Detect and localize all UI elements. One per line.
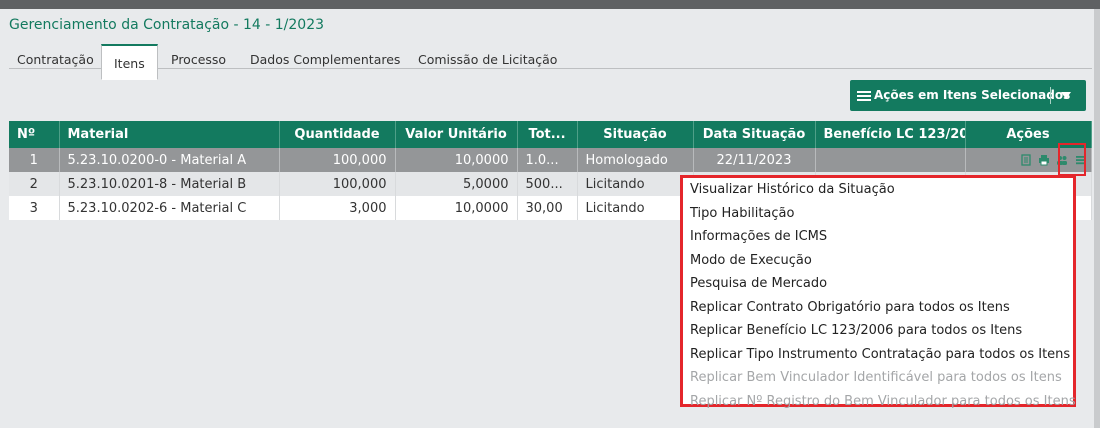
col-header-numero[interactable]: Nº	[9, 121, 60, 148]
menu-item-replicar-bem-vinculador: Replicar Bem Vinculador Identificável pa…	[690, 370, 1062, 385]
actions-button-label: Ações em Itens Selecionados	[874, 88, 1071, 102]
cell-situacao: Licitando	[577, 196, 694, 220]
col-header-beneficio[interactable]: Benefício LC 123/2006	[815, 121, 966, 148]
cell-numero: 3	[9, 196, 60, 220]
cell-material: 5.23.10.0200-0 - Material A	[59, 148, 280, 172]
table-row[interactable]: 1 5.23.10.0200-0 - Material A 100,000 10…	[9, 148, 1092, 172]
col-header-valor-unitario[interactable]: Valor Unitário	[395, 121, 518, 148]
table-header-row: Nº Material Quantidade Valor Unitário To…	[9, 121, 1092, 148]
tab-dados-complementares[interactable]: Dados Complementares	[242, 45, 408, 77]
cell-numero: 1	[9, 148, 60, 172]
cell-valor-unitario: 10,0000	[395, 196, 518, 220]
cell-total: 500...	[517, 172, 578, 196]
cell-numero: 2	[9, 172, 60, 196]
col-header-material[interactable]: Material	[59, 121, 280, 148]
col-header-quantidade[interactable]: Quantidade	[279, 121, 396, 148]
menu-icon-highlight	[1058, 143, 1086, 176]
col-header-total[interactable]: Tot...	[517, 121, 578, 148]
col-header-data-situacao[interactable]: Data Situação	[693, 121, 816, 148]
tab-processo[interactable]: Processo	[163, 45, 234, 77]
cell-beneficio	[815, 148, 966, 172]
cell-situacao: Homologado	[577, 148, 694, 172]
cell-valor-unitario: 10,0000	[395, 148, 518, 172]
top-bar	[0, 0, 1100, 9]
menu-item-tipo-habilitacao[interactable]: Tipo Habilitação	[690, 202, 794, 225]
selected-items-actions-button[interactable]: Ações em Itens Selecionados	[850, 80, 1086, 111]
tab-itens[interactable]: Itens	[101, 44, 158, 80]
cell-material: 5.23.10.0201-8 - Material B	[59, 172, 280, 196]
page-title: Gerenciamento da Contratação - 14 - 1/20…	[9, 17, 325, 33]
tab-comissao-licitacao[interactable]: Comissão de Licitação	[410, 45, 565, 77]
menu-item-replicar-tipo-instrumento[interactable]: Replicar Tipo Instrumento Contratação pa…	[690, 343, 1070, 366]
menu-item-informacoes-icms[interactable]: Informações de ICMS	[690, 225, 827, 248]
row-actions-dropdown-menu: Visualizar Histórico da Situação Tipo Ha…	[680, 175, 1076, 409]
cell-valor-unitario: 5,0000	[395, 172, 518, 196]
cell-quantidade: 100,000	[279, 148, 396, 172]
col-header-situacao[interactable]: Situação	[577, 121, 694, 148]
menu-item-pesquisa-mercado[interactable]: Pesquisa de Mercado	[690, 272, 827, 295]
cell-total: 1.0...	[517, 148, 578, 172]
document-icon[interactable]	[1020, 154, 1032, 166]
button-separator	[1050, 87, 1051, 104]
menu-item-visualizar-historico[interactable]: Visualizar Histórico da Situação	[690, 178, 895, 201]
menu-item-modo-execucao[interactable]: Modo de Execução	[690, 249, 812, 272]
menu-item-replicar-contrato-obrigatorio[interactable]: Replicar Contrato Obrigatório para todos…	[690, 296, 1010, 319]
caret-down-icon[interactable]	[1061, 92, 1071, 99]
menu-item-replicar-beneficio[interactable]: Replicar Benefício LC 123/2006 para todo…	[690, 319, 1022, 342]
cell-data-situacao: 22/11/2023	[693, 148, 816, 172]
list-icon	[857, 91, 871, 101]
menu-item-replicar-registro-bem: Replicar Nº Registro do Bem Vinculador p…	[690, 393, 1076, 409]
tab-contratacao[interactable]: Contratação	[9, 45, 102, 77]
cell-quantidade: 3,000	[279, 196, 396, 220]
print-icon[interactable]	[1038, 154, 1050, 166]
cell-quantidade: 100,000	[279, 172, 396, 196]
cell-total: 30,00	[517, 196, 578, 220]
cell-situacao: Licitando	[577, 172, 694, 196]
cell-material: 5.23.10.0202-6 - Material C	[59, 196, 280, 220]
